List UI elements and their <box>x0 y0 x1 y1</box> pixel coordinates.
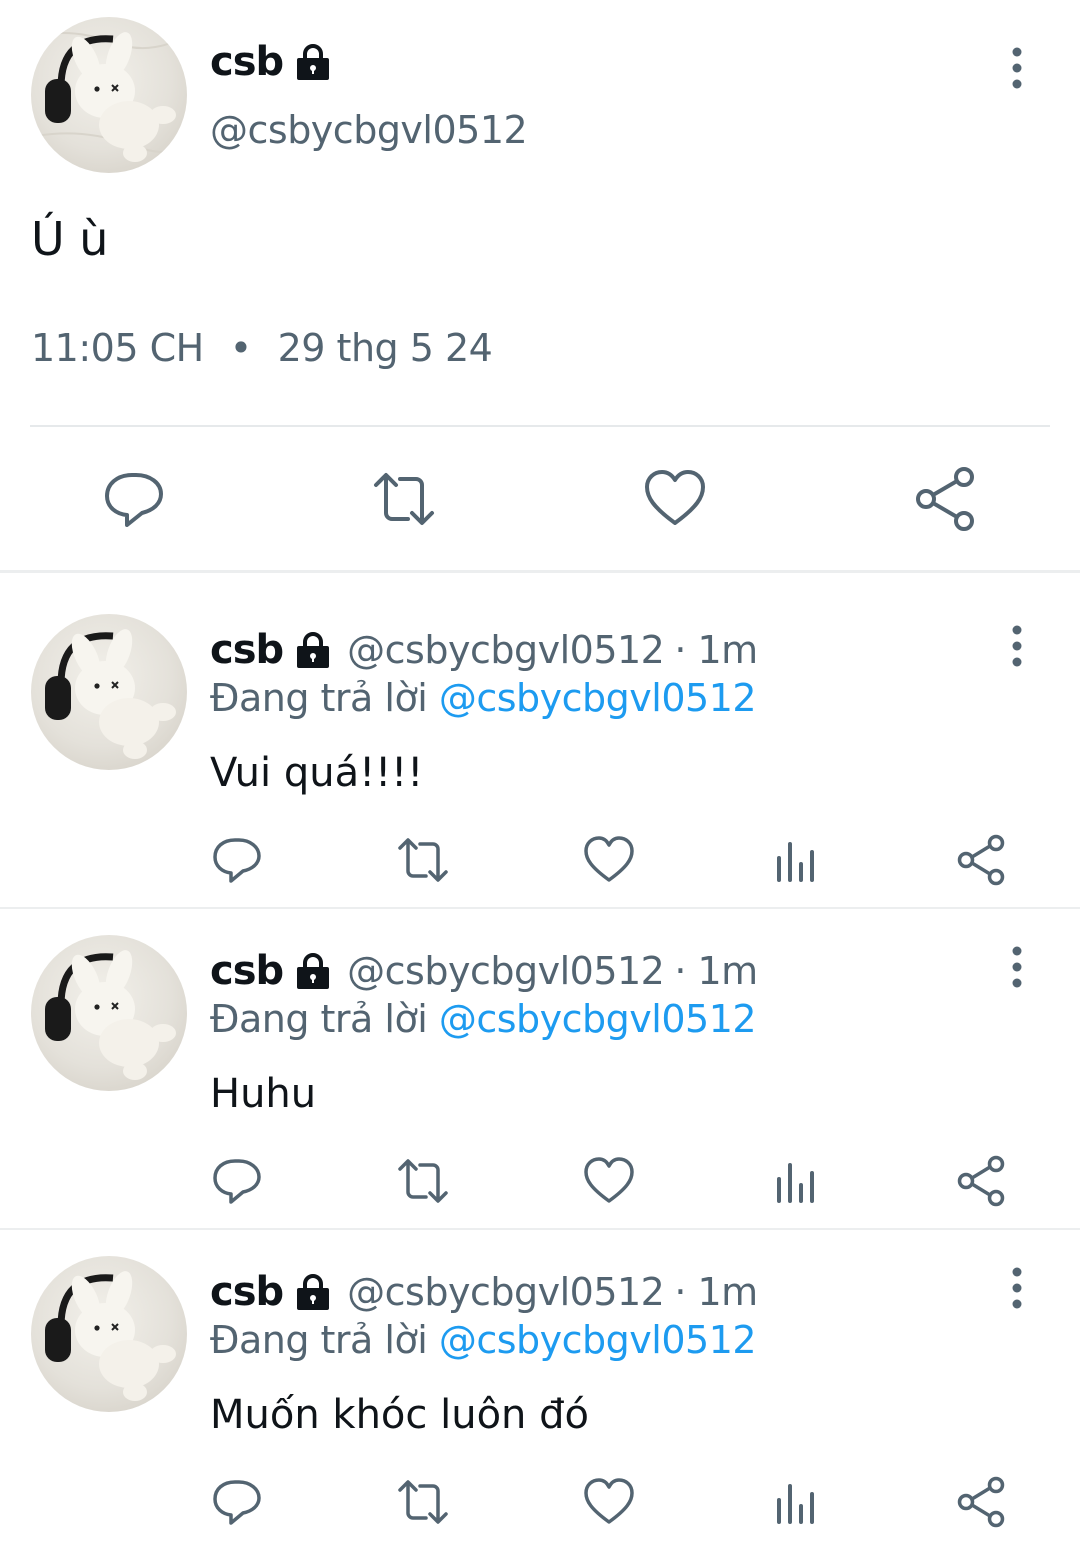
reply-icon[interactable] <box>211 1476 263 1528</box>
heart-icon[interactable] <box>643 467 707 531</box>
more-vertical-icon[interactable] <box>1005 46 1029 90</box>
views-chart-icon[interactable] <box>770 834 822 886</box>
reply-header: csb @csbycbgvl0512 · 1m <box>210 1266 758 1318</box>
avatar[interactable] <box>31 614 187 770</box>
reply-text: Muốn khóc luôn đó <box>210 1392 589 1438</box>
avatar[interactable] <box>31 935 187 1091</box>
meta-separator: • <box>229 326 252 370</box>
author-handle[interactable]: @csbycbgvl0512 <box>210 108 528 152</box>
more-vertical-icon[interactable] <box>1005 1266 1029 1310</box>
retweet-icon[interactable] <box>397 834 449 886</box>
tweet-meta: 11:05 CH • 29 thg 5 24 <box>31 326 493 370</box>
avatar-bunny-image <box>45 629 176 759</box>
heart-icon[interactable] <box>583 1476 635 1528</box>
reply-time[interactable]: · 1m <box>674 1270 758 1314</box>
lock-icon <box>293 42 333 82</box>
author-row: csb <box>210 36 333 88</box>
replying-prefix: Đang trả lời <box>210 1318 439 1362</box>
author-name[interactable]: csb <box>210 1269 284 1315</box>
author-name[interactable]: csb <box>210 948 284 994</box>
author-handle[interactable]: @csbycbgvl0512 <box>347 628 665 672</box>
author-name[interactable]: csb <box>210 627 284 673</box>
reply-time[interactable]: · 1m <box>674 628 758 672</box>
reply-tweet[interactable]: csb @csbycbgvl0512 · 1m Đang trả lời @cs… <box>0 893 1080 1229</box>
replying-to: Đang trả lời @csbycbgvl0512 <box>210 1318 757 1362</box>
retweet-icon[interactable] <box>372 467 436 531</box>
tweet-thread-page: csb @csbycbgvl0512 Ú ù 11:05 CH • 29 thg… <box>0 0 1080 1542</box>
share-icon[interactable] <box>956 834 1008 886</box>
replying-prefix: Đang trả lời <box>210 997 439 1041</box>
share-icon[interactable] <box>956 1155 1008 1207</box>
heart-icon[interactable] <box>583 834 635 886</box>
reply-actions <box>0 834 1080 894</box>
share-icon[interactable] <box>914 467 978 531</box>
replying-to: Đang trả lời @csbycbgvl0512 <box>210 676 757 720</box>
lock-icon <box>293 1272 333 1312</box>
reply-header: csb @csbycbgvl0512 · 1m <box>210 624 758 676</box>
divider <box>30 425 1050 427</box>
retweet-icon[interactable] <box>397 1155 449 1207</box>
heart-icon[interactable] <box>583 1155 635 1207</box>
avatar[interactable] <box>31 17 187 173</box>
retweet-icon[interactable] <box>397 1476 449 1528</box>
avatar-bunny-image <box>31 32 187 162</box>
more-vertical-icon[interactable] <box>1005 945 1029 989</box>
replying-to: Đang trả lời @csbycbgvl0512 <box>210 997 757 1041</box>
lock-icon <box>293 630 333 670</box>
replying-mention-link[interactable]: @csbycbgvl0512 <box>439 997 757 1041</box>
avatar[interactable] <box>31 1256 187 1412</box>
main-tweet: csb @csbycbgvl0512 Ú ù 11:05 CH • 29 thg… <box>0 0 1080 572</box>
views-chart-icon[interactable] <box>770 1155 822 1207</box>
share-icon[interactable] <box>956 1476 1008 1528</box>
reply-icon[interactable] <box>102 467 166 531</box>
reply-text: Vui quá!!!! <box>210 750 424 796</box>
author-name[interactable]: csb <box>210 39 284 85</box>
reply-actions <box>0 1155 1080 1215</box>
reply-tweet[interactable]: csb @csbycbgvl0512 · 1m Đang trả lời @cs… <box>0 572 1080 908</box>
reply-icon[interactable] <box>211 1155 263 1207</box>
tweet-actions <box>0 455 1080 545</box>
more-vertical-icon[interactable] <box>1005 624 1029 668</box>
views-chart-icon[interactable] <box>770 1476 822 1528</box>
reply-text: Huhu <box>210 1071 317 1117</box>
lock-icon <box>293 951 333 991</box>
reply-header: csb @csbycbgvl0512 · 1m <box>210 945 758 997</box>
replying-mention-link[interactable]: @csbycbgvl0512 <box>439 1318 757 1362</box>
replying-prefix: Đang trả lời <box>210 676 439 720</box>
author-handle[interactable]: @csbycbgvl0512 <box>347 1270 665 1314</box>
tweet-text: Ú ù <box>31 212 109 266</box>
reply-tweet[interactable]: csb @csbycbgvl0512 · 1m Đang trả lời @cs… <box>0 1214 1080 1542</box>
author-handle[interactable]: @csbycbgvl0512 <box>347 949 665 993</box>
tweet-date[interactable]: 29 thg 5 24 <box>278 326 493 370</box>
replying-mention-link[interactable]: @csbycbgvl0512 <box>439 676 757 720</box>
tweet-time[interactable]: 11:05 CH <box>31 326 204 370</box>
avatar-bunny-image <box>45 1271 176 1401</box>
avatar-bunny-image <box>45 950 176 1080</box>
reply-actions <box>0 1476 1080 1536</box>
reply-time[interactable]: · 1m <box>674 949 758 993</box>
reply-icon[interactable] <box>211 834 263 886</box>
